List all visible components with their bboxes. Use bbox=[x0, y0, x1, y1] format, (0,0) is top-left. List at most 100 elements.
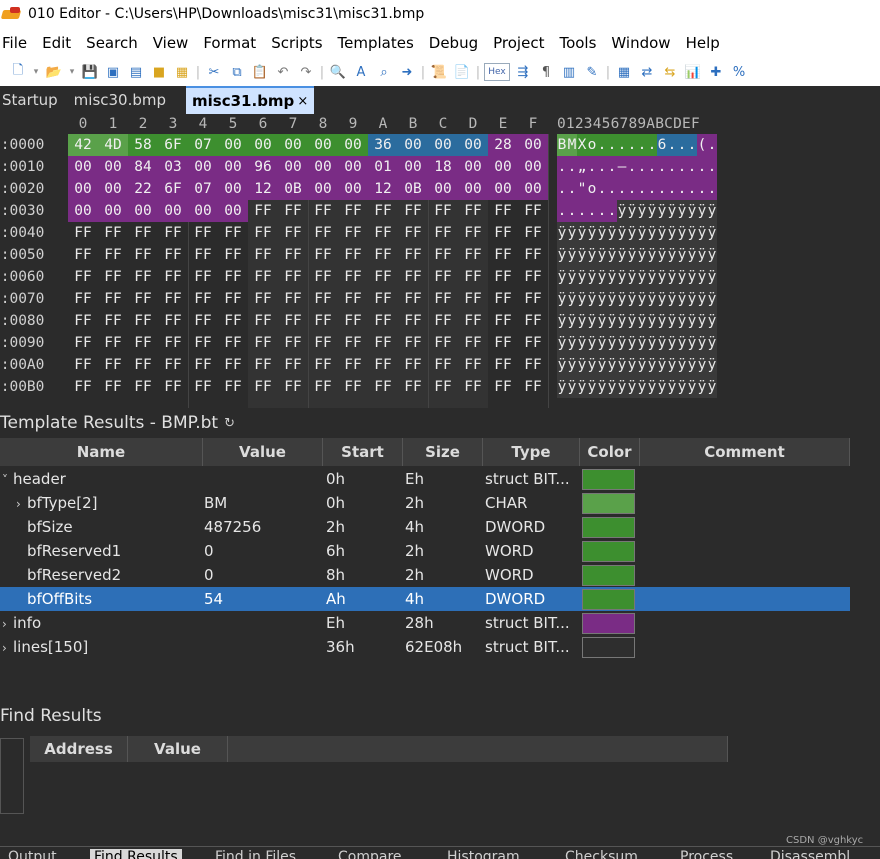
hex-byte[interactable]: FF bbox=[338, 266, 368, 288]
hex-byte[interactable]: FF bbox=[308, 200, 338, 222]
hex-byte[interactable]: FF bbox=[158, 310, 188, 332]
find-icon[interactable]: 🔍 bbox=[328, 62, 348, 82]
hex-byte[interactable]: FF bbox=[458, 376, 488, 398]
hex-byte[interactable]: FF bbox=[158, 266, 188, 288]
hex-byte[interactable]: 4D bbox=[98, 134, 128, 156]
hex-byte[interactable]: FF bbox=[68, 266, 98, 288]
bottom-tab-disassembl[interactable]: Disassembl bbox=[770, 849, 850, 859]
bottom-tab-checksum[interactable]: Checksum bbox=[565, 849, 638, 859]
hex-byte[interactable]: 03 bbox=[158, 156, 188, 178]
hex-byte[interactable]: FF bbox=[128, 266, 158, 288]
hex-byte[interactable]: FF bbox=[218, 376, 248, 398]
hex-byte[interactable]: 00 bbox=[398, 156, 428, 178]
hex-byte[interactable]: FF bbox=[398, 222, 428, 244]
show-whitespace-icon[interactable]: ¶ bbox=[536, 62, 556, 82]
hex-byte[interactable]: 00 bbox=[218, 156, 248, 178]
hex-byte[interactable]: FF bbox=[398, 266, 428, 288]
template-row[interactable]: ˅ header 0h Eh struct BIT... bbox=[0, 467, 850, 491]
hex-byte[interactable]: FF bbox=[518, 332, 548, 354]
hex-byte[interactable]: FF bbox=[68, 376, 98, 398]
hex-byte[interactable]: 36 bbox=[368, 134, 398, 156]
hex-byte[interactable]: FF bbox=[488, 332, 518, 354]
hex-byte[interactable]: FF bbox=[98, 222, 128, 244]
hex-byte[interactable]: FF bbox=[158, 354, 188, 376]
hex-byte[interactable]: FF bbox=[248, 310, 278, 332]
hex-byte[interactable]: FF bbox=[128, 222, 158, 244]
hex-byte[interactable]: FF bbox=[338, 244, 368, 266]
hex-byte[interactable]: 00 bbox=[98, 156, 128, 178]
hex-byte[interactable]: 00 bbox=[278, 156, 308, 178]
hex-byte[interactable]: 00 bbox=[518, 134, 548, 156]
hex-byte[interactable]: FF bbox=[458, 354, 488, 376]
hex-byte[interactable]: FF bbox=[98, 244, 128, 266]
hex-byte[interactable]: 00 bbox=[188, 200, 218, 222]
hex-byte[interactable]: FF bbox=[428, 376, 458, 398]
compare-icon[interactable]: ⇄ bbox=[637, 62, 657, 82]
hex-byte[interactable]: 00 bbox=[518, 156, 548, 178]
hex-byte[interactable]: 00 bbox=[338, 156, 368, 178]
hex-byte[interactable]: FF bbox=[368, 266, 398, 288]
menu-item-edit[interactable]: Edit bbox=[40, 34, 79, 52]
hex-byte[interactable]: FF bbox=[68, 310, 98, 332]
hex-byte[interactable]: FF bbox=[158, 332, 188, 354]
hex-byte[interactable]: 00 bbox=[188, 156, 218, 178]
hex-byte[interactable]: FF bbox=[488, 200, 518, 222]
hex-byte[interactable]: FF bbox=[518, 310, 548, 332]
hex-byte[interactable]: FF bbox=[278, 200, 308, 222]
hex-byte[interactable]: FF bbox=[188, 244, 218, 266]
hex-byte[interactable]: 00 bbox=[338, 134, 368, 156]
chevron-right-icon[interactable]: › bbox=[2, 612, 12, 635]
bottom-tab-histogram[interactable]: Histogram bbox=[447, 849, 520, 859]
hex-byte[interactable]: FF bbox=[338, 376, 368, 398]
hex-byte[interactable]: 42 bbox=[68, 134, 98, 156]
hex-byte[interactable]: FF bbox=[98, 266, 128, 288]
hex-byte[interactable]: FF bbox=[488, 376, 518, 398]
hex-byte[interactable]: 00 bbox=[488, 178, 518, 200]
hex-byte[interactable]: FF bbox=[428, 244, 458, 266]
hex-byte[interactable]: 6F bbox=[158, 134, 188, 156]
hex-byte[interactable]: FF bbox=[98, 310, 128, 332]
hex-byte[interactable]: FF bbox=[308, 288, 338, 310]
hex-ascii-text[interactable]: ÿÿÿÿÿÿÿÿÿÿÿÿÿÿÿÿ bbox=[557, 310, 717, 332]
hex-byte[interactable]: FF bbox=[68, 354, 98, 376]
hex-byte[interactable]: 84 bbox=[128, 156, 158, 178]
hex-byte[interactable]: FF bbox=[338, 310, 368, 332]
hex-byte[interactable]: 00 bbox=[248, 134, 278, 156]
hex-byte[interactable]: 28 bbox=[488, 134, 518, 156]
save-all-icon[interactable]: ▤ bbox=[126, 62, 146, 82]
hex-byte[interactable]: 0B bbox=[278, 178, 308, 200]
hex-byte[interactable]: FF bbox=[158, 244, 188, 266]
workspace-icon[interactable]: ▦ bbox=[172, 62, 192, 82]
hex-byte[interactable]: FF bbox=[188, 354, 218, 376]
hex-byte[interactable]: FF bbox=[308, 310, 338, 332]
histogram-icon[interactable]: 📊 bbox=[683, 62, 703, 82]
template-row[interactable]: bfOffBits 54 Ah 4h DWORD bbox=[0, 587, 850, 611]
template-row[interactable]: › bfType[2] BM 0h 2h CHAR bbox=[0, 491, 850, 515]
hex-ascii-text[interactable]: .."o............ bbox=[557, 178, 717, 200]
columns-icon[interactable]: ▥ bbox=[559, 62, 579, 82]
cut-icon[interactable]: ✂ bbox=[204, 62, 224, 82]
column-header-color[interactable]: Color bbox=[580, 438, 640, 466]
find-column-header[interactable]: Address bbox=[30, 736, 128, 762]
hex-byte[interactable]: FF bbox=[218, 244, 248, 266]
hex-byte[interactable]: FF bbox=[368, 376, 398, 398]
hex-byte[interactable]: FF bbox=[518, 266, 548, 288]
hex-byte[interactable]: 00 bbox=[218, 178, 248, 200]
bottom-tab-output[interactable]: Output bbox=[8, 849, 57, 859]
hex-byte[interactable]: 00 bbox=[428, 134, 458, 156]
swap-icon[interactable]: ⇆ bbox=[660, 62, 680, 82]
hex-byte[interactable]: 00 bbox=[308, 178, 338, 200]
hex-byte[interactable]: FF bbox=[338, 200, 368, 222]
hex-byte[interactable]: FF bbox=[248, 332, 278, 354]
hex-byte[interactable]: 00 bbox=[98, 200, 128, 222]
hex-byte[interactable]: FF bbox=[458, 244, 488, 266]
open-folder-icon[interactable]: 📂 bbox=[44, 62, 64, 82]
column-header-comment[interactable]: Comment bbox=[640, 438, 850, 466]
calculator-icon[interactable]: ▦ bbox=[614, 62, 634, 82]
hex-byte[interactable]: 6F bbox=[158, 178, 188, 200]
hex-byte[interactable]: FF bbox=[278, 244, 308, 266]
hex-byte[interactable]: FF bbox=[218, 288, 248, 310]
hex-byte[interactable]: 00 bbox=[488, 156, 518, 178]
copy-icon[interactable]: ⧉ bbox=[227, 62, 247, 82]
hex-byte[interactable]: FF bbox=[488, 310, 518, 332]
